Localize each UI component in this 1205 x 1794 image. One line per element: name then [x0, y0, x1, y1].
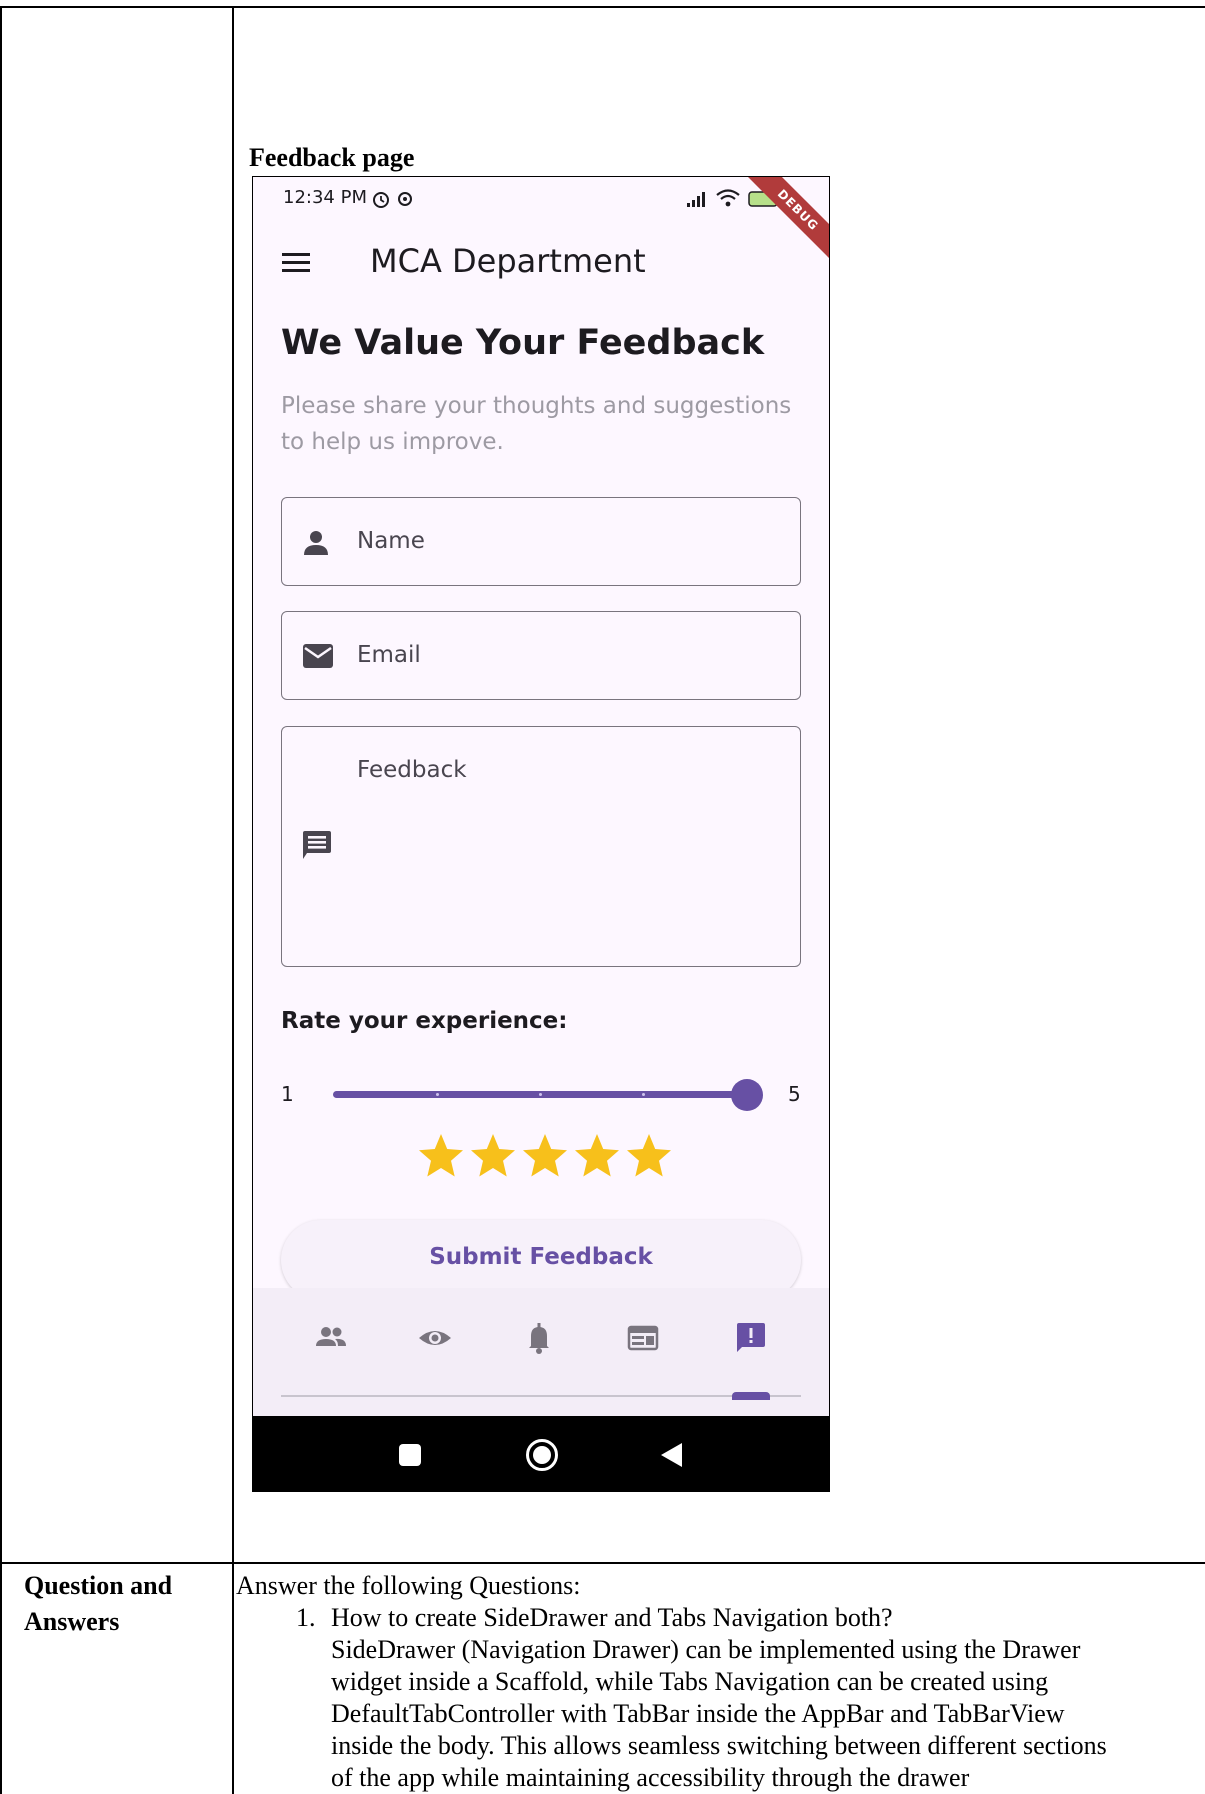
- star-rating: [416, 1131, 676, 1181]
- slider-tick: [436, 1093, 439, 1096]
- person-icon: [304, 531, 328, 555]
- star-icon: [627, 1134, 671, 1177]
- table-column-divider: [232, 6, 234, 1794]
- question-cell-label-line2: Answers: [24, 1607, 120, 1636]
- answer-line: widget inside a Scaffold, while Tabs Nav…: [331, 1667, 1049, 1696]
- answer-line: DefaultTabController with TabBar inside …: [331, 1699, 1065, 1728]
- web-layout-icon[interactable]: [621, 1316, 665, 1360]
- slider-thumb[interactable]: [731, 1079, 763, 1111]
- visibility-icon[interactable]: [413, 1316, 457, 1360]
- rating-label: Rate your experience:: [281, 1008, 568, 1034]
- table-border-left: [0, 6, 2, 1794]
- question-number: 1.: [296, 1603, 316, 1632]
- email-field-label: Email: [357, 642, 421, 668]
- recents-icon[interactable]: [398, 1443, 422, 1467]
- back-icon[interactable]: [660, 1442, 684, 1468]
- slider-min-label: 1: [281, 1082, 294, 1106]
- comment-icon: [303, 831, 331, 859]
- page-subheading: Please share your thoughts and suggestio…: [281, 393, 792, 455]
- star-icon: [575, 1134, 619, 1177]
- table-border-top: [0, 6, 1205, 8]
- app-bar: MCA Department: [253, 222, 829, 306]
- notifications-icon[interactable]: [517, 1316, 561, 1360]
- table-row-divider: [0, 1562, 1205, 1564]
- slider-tick: [539, 1093, 542, 1096]
- selected-tab-indicator: [732, 1392, 770, 1400]
- bottom-navigation: [253, 1288, 829, 1416]
- feedback-icon[interactable]: [729, 1316, 773, 1360]
- app-title: MCA Department: [370, 242, 646, 280]
- people-icon[interactable]: [309, 1316, 353, 1360]
- alarm-icon: [373, 192, 389, 208]
- name-field[interactable]: Name: [281, 497, 801, 586]
- system-navigation-bar: [253, 1416, 829, 1492]
- menu-icon[interactable]: [281, 250, 311, 274]
- page-heading: We Value Your Feedback: [281, 323, 765, 363]
- question-cell-label-line1: Question and: [24, 1571, 173, 1600]
- status-bar: 12:34 PM DEBUG: [253, 176, 829, 272]
- slider-tick: [642, 1093, 645, 1096]
- section-caption: Feedback page: [249, 143, 415, 172]
- settings-status-icon: [398, 192, 412, 206]
- star-icon: [471, 1134, 515, 1177]
- answers-intro: Answer the following Questions:: [236, 1571, 581, 1600]
- email-icon: [303, 644, 333, 668]
- answer-line: SideDrawer (Navigation Drawer) can be im…: [331, 1635, 1081, 1664]
- phone-screenshot: 12:34 PM DEBUG MCA Department We Value Y…: [253, 176, 829, 1492]
- star-icon: [419, 1134, 463, 1177]
- submit-feedback-label: Submit Feedback: [429, 1244, 653, 1270]
- slider-max-label: 5: [788, 1082, 801, 1106]
- signal-icon: [687, 192, 705, 207]
- answer-line: of the app while maintaining accessibili…: [331, 1763, 970, 1792]
- email-field[interactable]: Email: [281, 611, 801, 700]
- answer-line: inside the body. This allows seamless sw…: [331, 1731, 1107, 1760]
- nav-divider: [281, 1395, 801, 1397]
- name-field-label: Name: [357, 528, 425, 554]
- home-icon[interactable]: [525, 1438, 559, 1472]
- question-text: How to create SideDrawer and Tabs Naviga…: [331, 1603, 893, 1632]
- status-time: 12:34 PM: [283, 187, 367, 208]
- wifi-icon: [716, 189, 740, 207]
- feedback-field[interactable]: Feedback: [281, 726, 801, 967]
- feedback-field-label: Feedback: [357, 757, 467, 783]
- star-icon: [523, 1134, 567, 1177]
